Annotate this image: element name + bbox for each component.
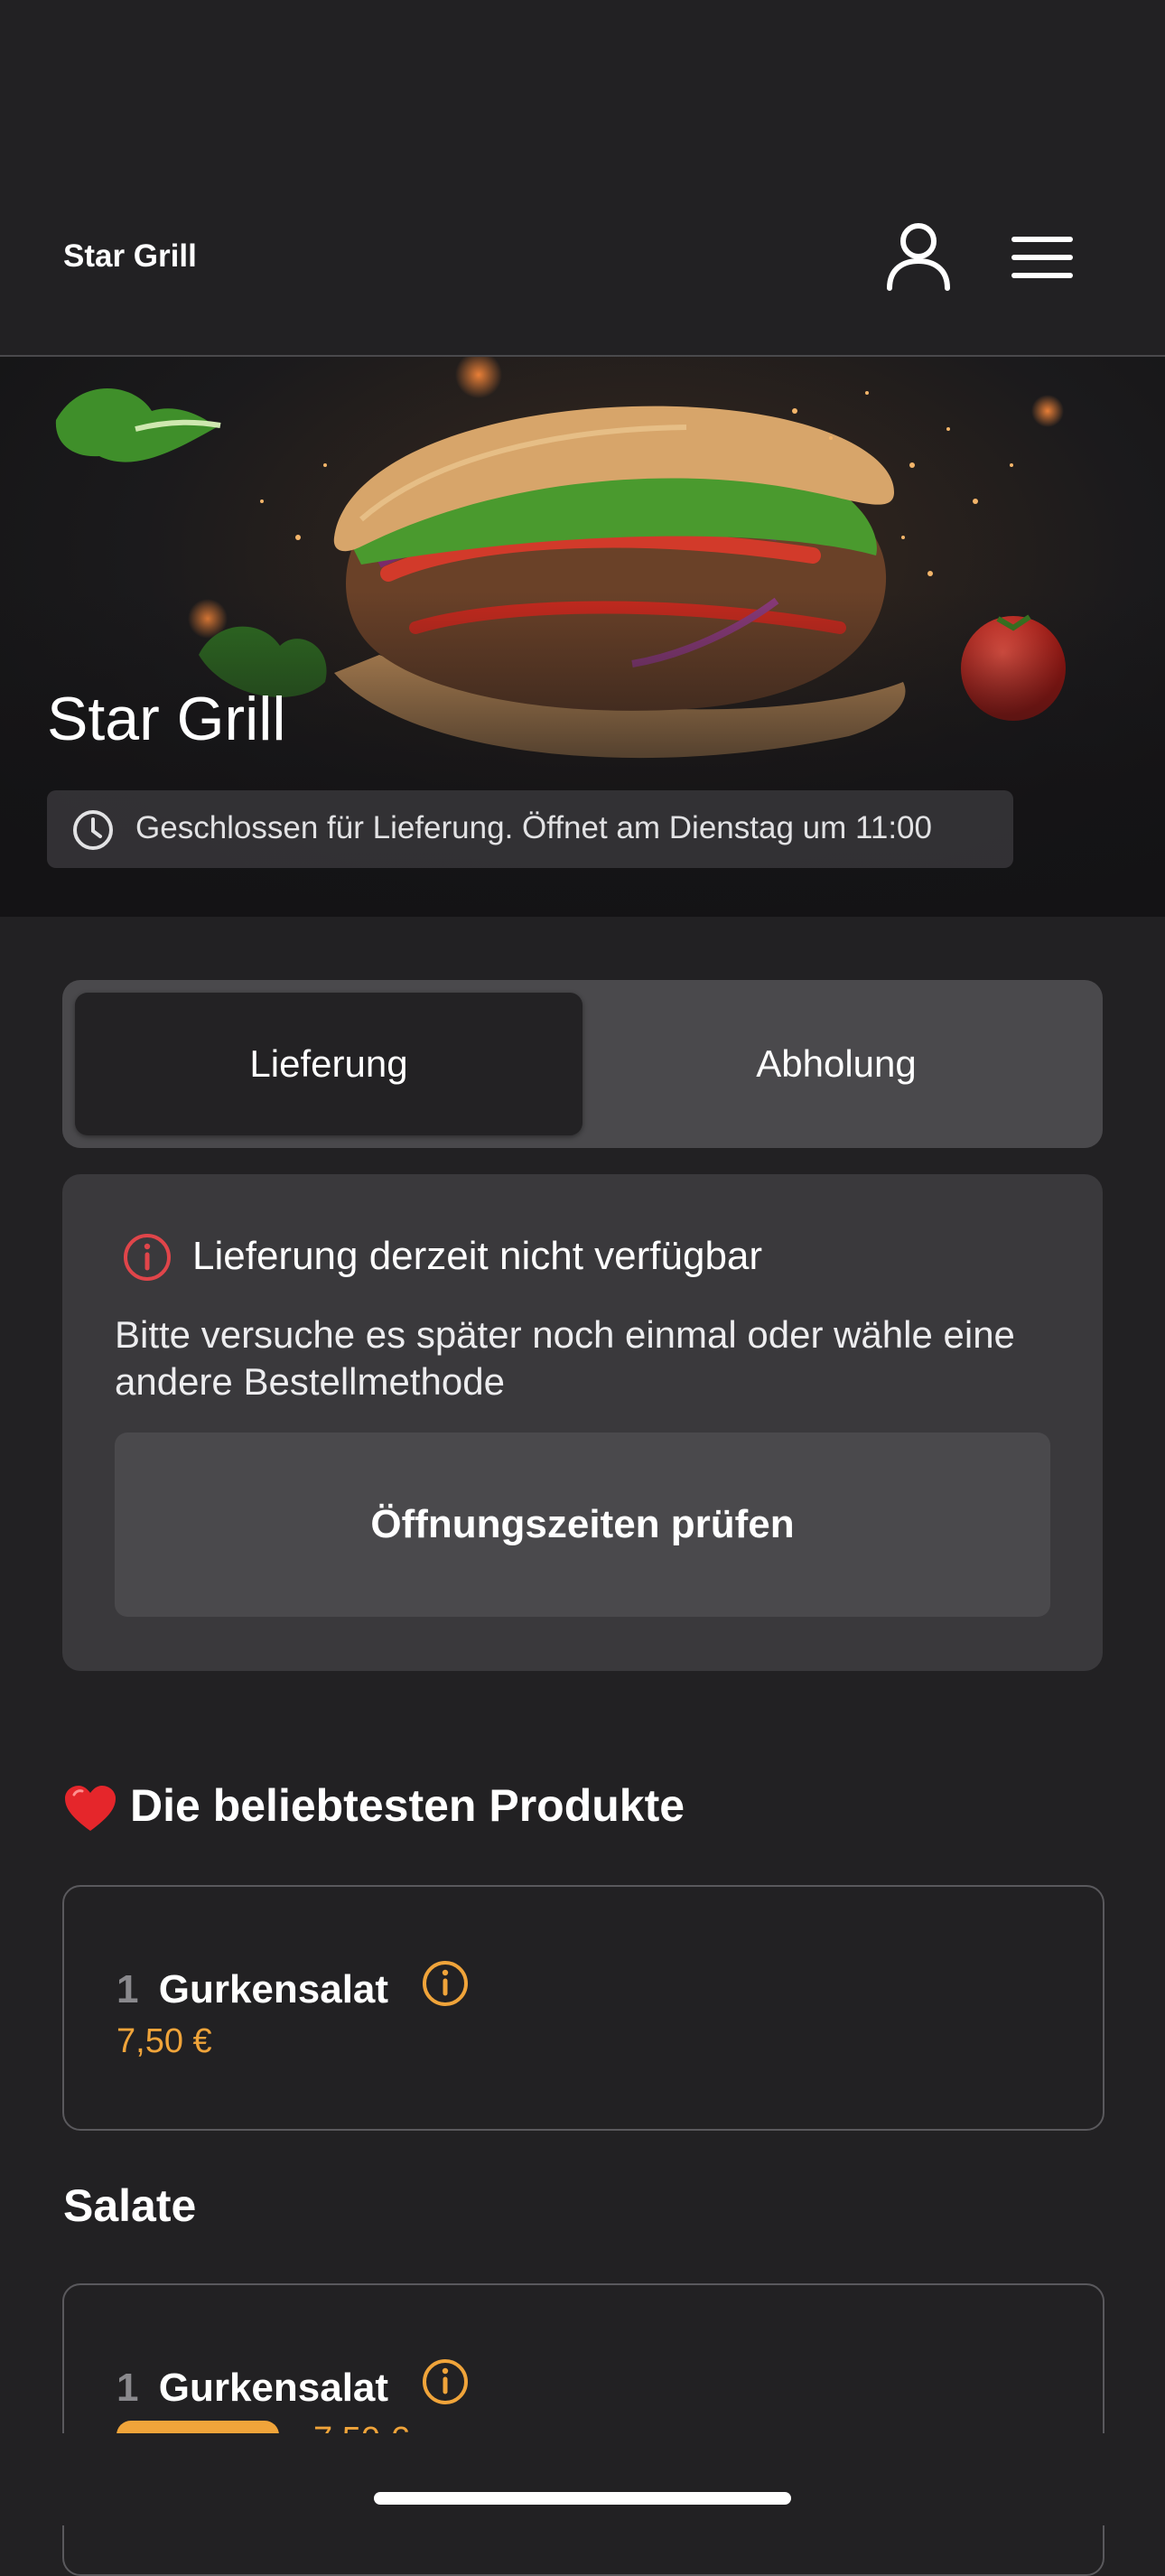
popular-title: Die beliebtesten Produkte [130, 1780, 685, 1831]
hero-banner: Star Grill Geschlossen für Lieferung. Öf… [0, 357, 1165, 917]
notice-title: Lieferung derzeit nicht verfügbar [192, 1234, 763, 1278]
notice-body: Bitte versuche es später noch einmal ode… [115, 1313, 1015, 1403]
clock-icon [73, 810, 113, 850]
restaurant-title: Star Grill [47, 685, 286, 753]
product-row: 1 Gurkensalat [116, 2357, 470, 2411]
warning-info-icon [124, 1234, 171, 1281]
product-card[interactable]: 1 Gurkensalat 7,50 € [62, 1885, 1104, 2131]
info-icon[interactable] [421, 2357, 470, 2406]
brand-name[interactable]: Star Grill [63, 238, 197, 275]
category-heading-salate: Salate [63, 2180, 197, 2231]
app-header: Star Grill [0, 0, 1165, 357]
product-qty: 1 [116, 1967, 139, 2011]
home-indicator[interactable] [374, 2492, 791, 2505]
user-icon[interactable] [881, 221, 956, 294]
opening-status: Geschlossen für Lieferung. Öffnet am Die… [47, 790, 1013, 868]
popular-products-heading: Die beliebtesten Produkte [63, 1779, 685, 1834]
status-text: Geschlossen für Lieferung. Öffnet am Die… [135, 810, 932, 845]
info-icon[interactable] [421, 1959, 470, 2008]
check-opening-hours-button[interactable]: Öffnungszeiten prüfen [115, 1433, 1050, 1617]
product-card[interactable]: 1 Gurkensalat 7,50 € [62, 2283, 1104, 2576]
product-price: 7,50 € [116, 2022, 212, 2060]
product-name: Gurkensalat [158, 2366, 389, 2410]
hamburger-menu-icon[interactable] [1007, 230, 1079, 285]
product-qty: 1 [116, 2366, 139, 2410]
heart-icon [65, 1785, 116, 1831]
order-method-switch: Lieferung Abholung [62, 980, 1103, 1148]
tab-lieferung[interactable]: Lieferung [75, 993, 582, 1135]
product-row: 1 Gurkensalat [116, 1959, 470, 2012]
product-name: Gurkensalat [158, 1967, 389, 2011]
tab-abholung[interactable]: Abholung [582, 993, 1090, 1135]
delivery-unavailable-notice: Lieferung derzeit nicht verfügbar Bitte … [62, 1174, 1103, 1671]
